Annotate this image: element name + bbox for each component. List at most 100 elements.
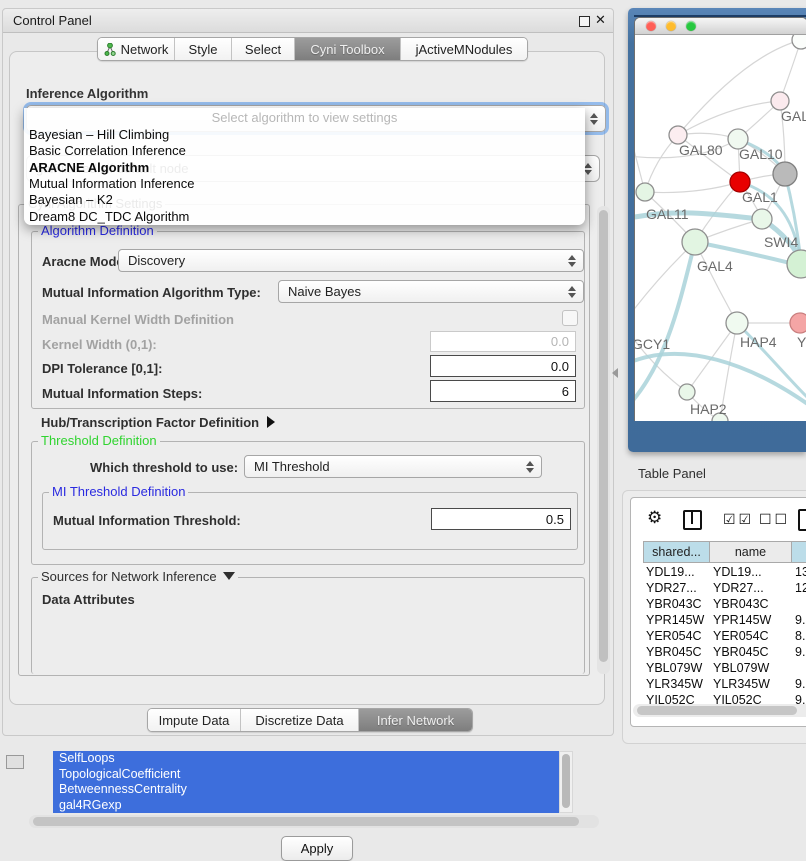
tab-select[interactable]: Select xyxy=(232,38,295,60)
float-window-icon[interactable] xyxy=(579,16,590,27)
cyni-toolbox-panel: Inference Algorithm galFiltered.sif defa… xyxy=(9,51,605,705)
aracne-mode-combo[interactable]: Discovery xyxy=(118,249,584,272)
network-canvas[interactable]: GALGAL80GAL10GAL1SWI4GAL11GAL4GCY1HAP4YH… xyxy=(635,35,806,421)
collapse-arrow-icon xyxy=(267,416,275,428)
attributes-vertical-scrollbar[interactable] xyxy=(559,751,573,813)
table-cell: YDL19... xyxy=(646,564,709,580)
table-row[interactable]: YBL079WYBL079W xyxy=(643,660,806,676)
tab-infer-network[interactable]: Infer Network xyxy=(359,709,472,731)
manual-kernel-width-checkbox[interactable] xyxy=(562,310,578,326)
network-node[interactable] xyxy=(636,183,654,201)
network-edge xyxy=(780,40,801,101)
table-window: ⚙ ☑☑ ☐☐ shared...nameA YDL19...YDL19...1… xyxy=(630,497,806,727)
table-cell: YDL19... xyxy=(713,564,791,580)
node-label: Y xyxy=(797,334,806,350)
node-label: GCY1 xyxy=(635,336,670,352)
attribute-list-item[interactable]: gal4RGexp xyxy=(53,798,559,814)
table-cell: YBR043C xyxy=(713,596,791,612)
algorithm-definition-title: Algorithm Definition xyxy=(38,224,157,238)
network-edge xyxy=(635,95,645,192)
table-cell: 9. xyxy=(795,676,806,692)
node-label: HAP2 xyxy=(690,401,727,417)
attribute-list-item[interactable]: BetweennessCentrality xyxy=(53,782,559,798)
close-traffic-light[interactable] xyxy=(646,21,656,31)
tab-network[interactable]: Network xyxy=(98,38,175,60)
network-edge xyxy=(645,135,678,192)
zoom-traffic-light[interactable] xyxy=(686,21,696,31)
mi-threshold-field[interactable]: 0.5 xyxy=(431,508,571,530)
column-header-a[interactable]: A xyxy=(792,541,806,563)
column-layout-icon[interactable] xyxy=(683,510,702,530)
algorithm-definition-group: Algorithm Definition Aracne Mode: Discov… xyxy=(31,231,585,409)
algorithm-option[interactable]: ARACNE Algorithm xyxy=(29,160,569,176)
network-edge xyxy=(695,242,737,323)
control-panel-window: Control Panel ✕ Inference Algorithm galF… xyxy=(2,8,614,736)
column-header-shared[interactable]: shared... xyxy=(643,541,710,563)
network-frame[interactable]: GALGAL80GAL10GAL1SWI4GAL11GAL4GCY1HAP4YH… xyxy=(628,8,806,452)
table-row[interactable]: YBR043CYBR043C xyxy=(643,596,806,612)
network-node[interactable] xyxy=(787,250,806,278)
network-node[interactable] xyxy=(790,313,806,333)
dpi-tolerance-field[interactable]: 0.0 xyxy=(430,355,576,377)
kernel-width-field[interactable]: 0.0 xyxy=(430,331,576,352)
algorithm-option[interactable]: Basic Correlation Inference xyxy=(29,143,569,159)
gear-icon[interactable]: ⚙ xyxy=(647,508,662,528)
table-row[interactable]: YBR045CYBR045C9. xyxy=(643,644,806,660)
table-cell: YPR145W xyxy=(713,612,791,628)
table-cell: 9. xyxy=(795,644,806,660)
mi-algorithm-type-label: Mutual Information Algorithm Type: xyxy=(42,285,261,300)
network-node[interactable] xyxy=(792,35,806,49)
tab-impute-data[interactable]: Impute Data xyxy=(148,709,241,731)
settings-horizontal-scrollbar[interactable] xyxy=(29,815,599,828)
algorithm-option[interactable]: Bayesian – K2 xyxy=(29,192,569,208)
data-attributes-label: Data Attributes xyxy=(42,592,135,607)
node-label: GAL11 xyxy=(646,206,689,222)
minimize-traffic-light[interactable] xyxy=(666,21,676,31)
algorithm-option[interactable]: Bayesian – Hill Climbing xyxy=(29,127,569,143)
deselect-all-icon[interactable]: ☐☐ xyxy=(759,511,790,528)
table-row[interactable]: YDL19...YDL19...13 xyxy=(643,564,806,580)
mi-algorithm-type-combo[interactable]: Naive Bayes xyxy=(278,280,584,303)
sources-toggle[interactable]: Sources for Network Inference xyxy=(38,570,238,584)
table-row[interactable]: YER054CYER054C8. xyxy=(643,628,806,644)
collapsed-panel-button[interactable] xyxy=(6,755,24,769)
manual-kernel-width-label: Manual Kernel Width Definition xyxy=(42,312,234,327)
network-node[interactable] xyxy=(679,384,695,400)
attribute-list-item[interactable]: TopologicalCoefficient xyxy=(53,767,559,783)
screen: { "control_panel": { "title": "Control P… xyxy=(0,0,806,762)
algorithm-option[interactable]: Dream8 DC_TDC Algorithm xyxy=(29,209,569,225)
tab-jactivemnodules[interactable]: jActiveMNodules xyxy=(401,38,527,60)
algorithm-option[interactable]: Mutual Information Inference xyxy=(29,176,569,192)
close-icon[interactable]: ✕ xyxy=(595,12,606,28)
select-all-icon[interactable]: ☑☑ xyxy=(723,511,754,528)
table-cell: 9. xyxy=(795,612,806,628)
network-tab-icon xyxy=(104,43,116,56)
mi-threshold-definition-group: MI Threshold Definition Mutual Informati… xyxy=(42,492,578,550)
network-edge-highlighted xyxy=(635,354,806,405)
hub-definition-toggle[interactable]: Hub/Transcription Factor Definition xyxy=(41,415,275,430)
apply-button[interactable]: Apply xyxy=(281,836,353,861)
mi-steps-label: Mutual Information Steps: xyxy=(42,386,202,401)
settings-vertical-scrollbar[interactable] xyxy=(597,206,610,674)
data-attributes-list[interactable]: SelfLoopsTopologicalCoefficientBetweenne… xyxy=(53,751,559,813)
table-row[interactable]: YLR345WYLR345W9. xyxy=(643,676,806,692)
table-cell: 12 xyxy=(795,580,806,596)
tab-discretize-data[interactable]: Discretize Data xyxy=(241,709,359,731)
table-cell: YLR345W xyxy=(646,676,709,692)
network-node[interactable] xyxy=(682,229,708,255)
mi-steps-field[interactable]: 6 xyxy=(430,380,576,402)
column-header-name[interactable]: name xyxy=(710,541,792,563)
tab-style[interactable]: Style xyxy=(175,38,232,60)
table-row[interactable]: YDR27...YDR27...12 xyxy=(643,580,806,596)
network-node[interactable] xyxy=(726,312,748,334)
split-pane-arrow[interactable] xyxy=(612,368,618,378)
function-builder-icon[interactable] xyxy=(798,509,806,531)
which-threshold-combo[interactable]: MI Threshold xyxy=(244,455,542,478)
table-row[interactable]: YPR145WYPR145W9. xyxy=(643,612,806,628)
network-node[interactable] xyxy=(752,209,772,229)
table-horizontal-scrollbar[interactable] xyxy=(633,704,806,717)
attribute-list-item[interactable]: SelfLoops xyxy=(53,751,559,767)
cyni-algorithm-settings-group: Cyni Algorithm Settings Algorithm Defini… xyxy=(18,204,590,676)
network-node[interactable] xyxy=(773,162,797,186)
tab-cyni-toolbox[interactable]: Cyni Toolbox xyxy=(295,38,401,60)
